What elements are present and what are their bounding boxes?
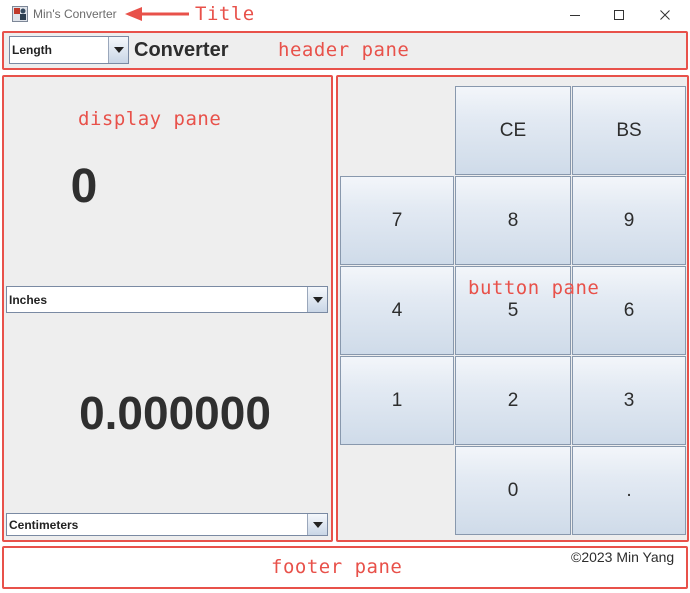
title-annotation: Title <box>195 3 255 25</box>
display-pane-outline <box>2 75 333 542</box>
button-pane-outline <box>336 75 689 542</box>
window-title: Min's Converter <box>33 7 117 21</box>
minimize-button[interactable] <box>552 0 598 29</box>
app-icon <box>12 6 28 22</box>
footer-pane-outline <box>2 546 688 589</box>
header-pane-outline <box>2 31 688 70</box>
close-button[interactable] <box>642 0 688 29</box>
title-annotation-arrow <box>125 5 191 23</box>
maximize-icon <box>614 9 624 20</box>
minimize-icon <box>570 14 580 16</box>
maximize-button[interactable] <box>596 0 642 29</box>
close-icon <box>660 9 670 20</box>
